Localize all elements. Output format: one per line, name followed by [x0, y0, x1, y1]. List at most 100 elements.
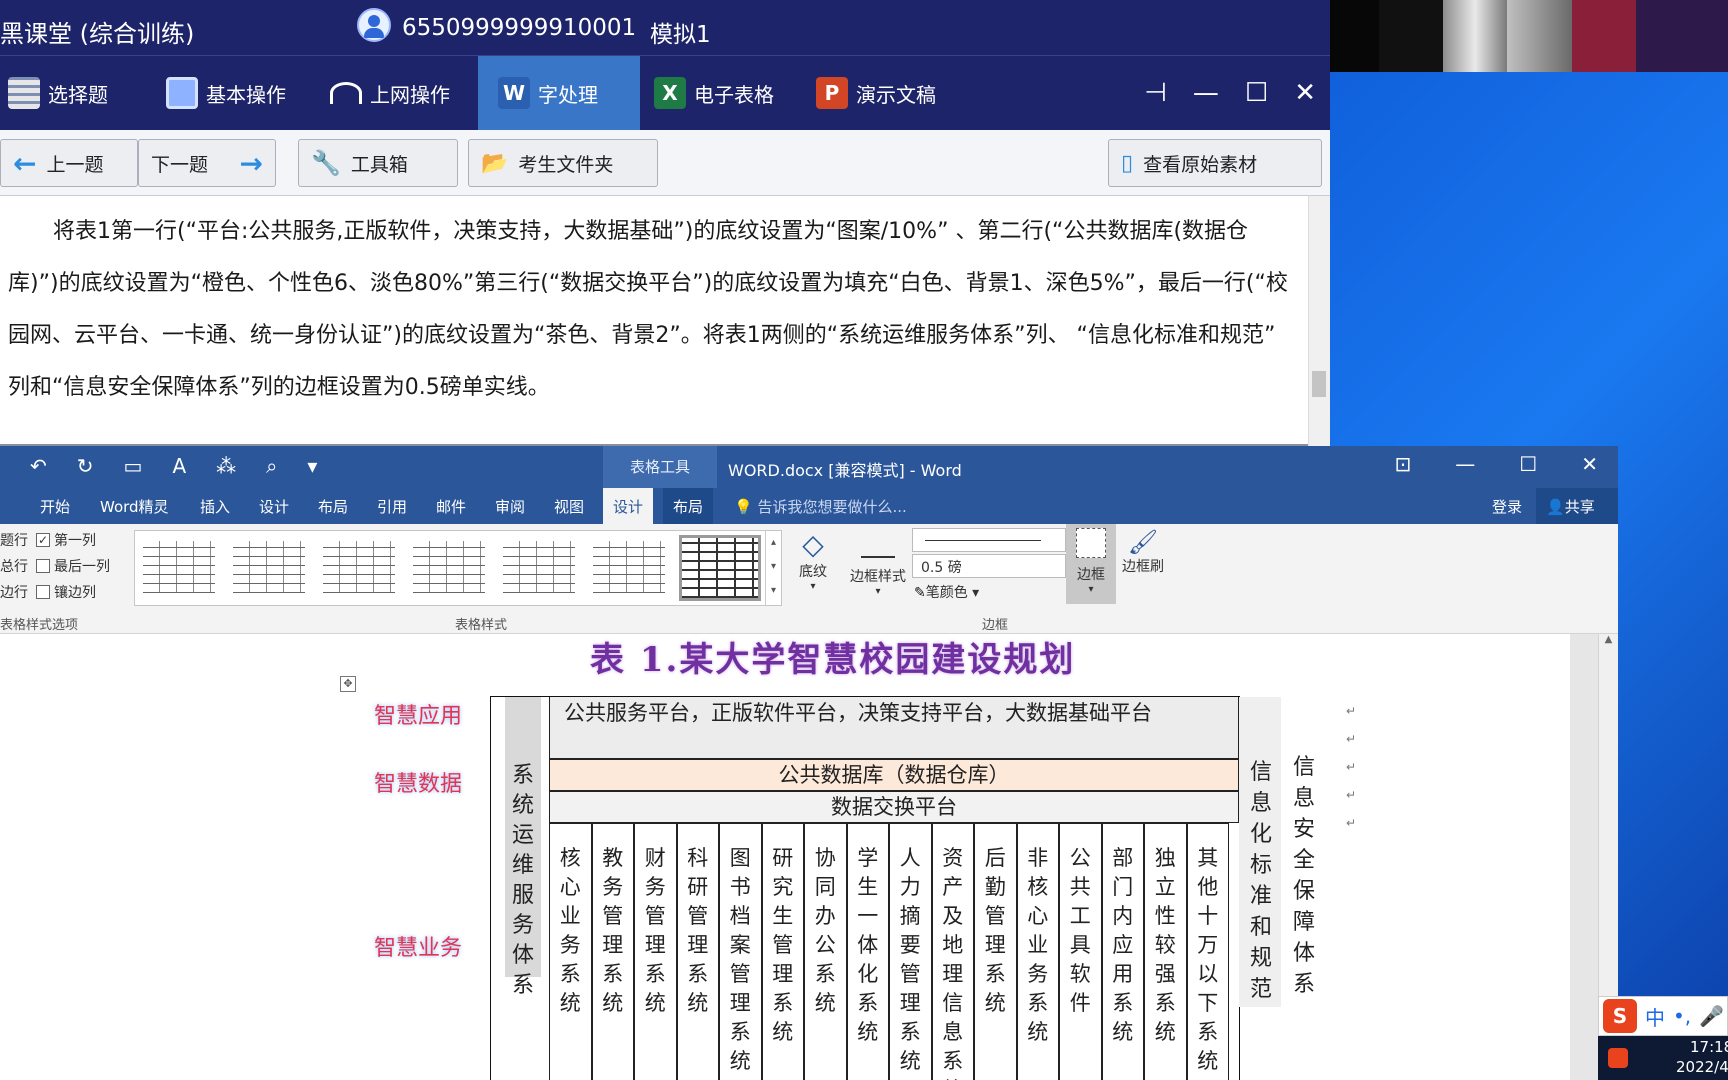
tab-choice[interactable]: 选择题	[8, 56, 108, 130]
prev-question-button[interactable]: ← 上一题	[0, 139, 138, 187]
next-question-button[interactable]: 下一题 →	[138, 139, 276, 187]
system-column[interactable]: 教务管理系统	[591, 823, 634, 1080]
table-style-thumb[interactable]	[593, 541, 665, 593]
tab-references[interactable]: 引用	[377, 496, 407, 517]
tab-basic-operation[interactable]: 基本操作	[166, 56, 286, 130]
system-column[interactable]: 后勤管理系统	[974, 823, 1017, 1080]
table-style-thumb[interactable]	[413, 541, 485, 593]
table-row-platforms[interactable]: 公共服务平台，正版软件平台，决策支持平台，大数据基础平台	[549, 697, 1239, 759]
org-chart-icon[interactable]: ⁂	[216, 454, 236, 478]
close-icon[interactable]: ✕	[1294, 78, 1316, 108]
wrench-icon: 🔧	[311, 149, 341, 177]
system-column[interactable]: 图书档案管理系统	[719, 823, 762, 1080]
shading-button[interactable]: ◇ 底纹 ▾	[790, 528, 836, 592]
line-style-select[interactable]	[912, 528, 1066, 552]
customize-toolbar-icon[interactable]: ▾	[307, 454, 317, 478]
system-column[interactable]: 学生一体化系统	[846, 823, 889, 1080]
checkbox-icon[interactable]	[36, 585, 50, 599]
header-row-option[interactable]: 题行	[0, 530, 28, 550]
system-column[interactable]: 核心业务系统	[549, 823, 592, 1080]
borders-button[interactable]: 边框 ▾	[1066, 524, 1116, 604]
student-folder-button[interactable]: 📂 考生文件夹	[468, 139, 658, 187]
table-style-thumb[interactable]	[323, 541, 395, 593]
system-column[interactable]: 其他十万以下系统	[1186, 823, 1229, 1080]
tab-mailings[interactable]: 邮件	[436, 496, 466, 517]
system-column[interactable]: 部门内应用系统	[1101, 823, 1144, 1080]
maximize-icon[interactable]: ☐	[1245, 78, 1268, 108]
tab-word-wizard[interactable]: Word精灵	[100, 496, 169, 517]
login-link[interactable]: 登录	[1492, 496, 1522, 517]
tab-table-design[interactable]: 设计	[603, 488, 654, 524]
banded-rows-option[interactable]: 边行	[0, 582, 28, 602]
pen-color-button[interactable]: ✎笔颜色 ▾	[914, 582, 979, 602]
system-column[interactable]: 人力摘要管理系统	[889, 823, 932, 1080]
tab-insert[interactable]: 插入	[200, 496, 230, 517]
scroll-up-icon[interactable]: ▲	[1599, 634, 1618, 645]
tab-review[interactable]: 审阅	[495, 496, 525, 517]
clock-date: 2022/4/	[1676, 1058, 1728, 1076]
minimize-icon[interactable]: —	[1455, 452, 1475, 476]
ribbon-display-icon[interactable]: ⊡	[1395, 452, 1412, 476]
share-button[interactable]: 👤共享	[1536, 488, 1618, 524]
tab-word-processing[interactable]: W 字处理	[478, 56, 640, 130]
redo-icon[interactable]: ↻	[77, 454, 94, 478]
punctuation-icon[interactable]: •,	[1673, 1004, 1691, 1028]
system-column[interactable]: 非核心业务系统	[1016, 823, 1059, 1080]
pen-weight-select[interactable]: 0.5 磅	[912, 554, 1066, 578]
minimize-icon[interactable]: —	[1193, 78, 1219, 108]
question-scrollbar[interactable]	[1308, 196, 1330, 446]
tab-table-layout[interactable]: 布局	[663, 488, 714, 524]
table-row-data-exchange[interactable]: 数据交换平台	[549, 791, 1239, 823]
system-column[interactable]: 协同办公系统	[804, 823, 847, 1080]
tab-layout[interactable]: 布局	[318, 496, 348, 517]
gallery-scroll-icon[interactable]: ▴ ▾ ▾	[765, 531, 781, 605]
table-move-handle-icon[interactable]: ✥	[340, 676, 356, 692]
system-column[interactable]: 独立性较强系统	[1144, 823, 1187, 1080]
system-column[interactable]: 科研管理系统	[676, 823, 719, 1080]
tab-home[interactable]: 开始	[40, 496, 70, 517]
tab-presentation[interactable]: P 演示文稿	[816, 56, 936, 130]
standards-column-text[interactable]: 信息化标准和规范	[1241, 757, 1281, 1005]
tab-view[interactable]: 视图	[554, 496, 584, 517]
font-style-icon[interactable]: A	[172, 454, 186, 478]
table-style-thumb[interactable]	[503, 541, 575, 593]
taskbar-clock[interactable]: 17:18 2022/4/	[1598, 1036, 1728, 1080]
tab-design[interactable]: 设计	[259, 496, 289, 517]
maximize-icon[interactable]: ☐	[1519, 452, 1537, 476]
table-style-thumb[interactable]	[233, 541, 305, 593]
system-column[interactable]: 公共工具软件	[1059, 823, 1102, 1080]
table-style-selected[interactable]	[679, 535, 761, 601]
scrollbar-thumb[interactable]	[1312, 371, 1326, 397]
ime-toolbar[interactable]: S 中 •, 🎤	[1598, 996, 1728, 1036]
checkbox-checked-icon[interactable]: ✓	[36, 533, 50, 547]
toolbox-button[interactable]: 🔧 工具箱	[298, 139, 458, 187]
border-styles-button[interactable]: 边框样式 ▾	[846, 528, 910, 597]
left-column-text[interactable]: 系统运维服务体系	[505, 761, 541, 1001]
tab-spreadsheet[interactable]: X 电子表格	[654, 56, 774, 130]
first-column-checkbox[interactable]: ✓ 第一列	[36, 530, 96, 550]
security-column-text[interactable]: 信息安全保障体系	[1284, 752, 1324, 1000]
close-icon[interactable]: ✕	[1581, 452, 1598, 476]
undo-icon[interactable]: ↶	[30, 454, 47, 478]
document-icon: ▯	[1121, 150, 1134, 176]
new-document-icon[interactable]: ▭	[124, 454, 143, 478]
system-column[interactable]: 研究生管理系统	[761, 823, 804, 1080]
tab-internet[interactable]: 上网操作	[330, 56, 450, 130]
checkbox-icon[interactable]	[36, 559, 50, 573]
table-style-thumb[interactable]	[143, 541, 215, 593]
tell-me-box[interactable]: 💡 告诉我您想要做什么...	[734, 496, 907, 517]
microphone-icon[interactable]: 🎤	[1699, 1004, 1724, 1028]
system-column[interactable]: 资产及地理信息系统	[931, 823, 974, 1080]
banded-columns-checkbox[interactable]: 镶边列	[36, 582, 96, 602]
table-row-public-database[interactable]: 公共数据库（数据仓库）	[549, 759, 1239, 791]
tab-label: 上网操作	[370, 82, 450, 107]
total-row-option[interactable]: 总行	[0, 556, 28, 576]
last-column-checkbox[interactable]: 最后一列	[36, 556, 110, 576]
ime-mode[interactable]: 中	[1645, 1002, 1665, 1031]
sogou-tray-icon[interactable]	[1608, 1048, 1628, 1068]
border-painter-button[interactable]: 🖌 边框刷	[1118, 528, 1168, 576]
print-preview-icon[interactable]: ⌕	[266, 454, 277, 478]
pin-icon[interactable]: ⊣	[1144, 78, 1167, 108]
view-original-material-button[interactable]: ▯ 查看原始素材	[1108, 139, 1322, 187]
system-column[interactable]: 财务管理系统	[634, 823, 677, 1080]
